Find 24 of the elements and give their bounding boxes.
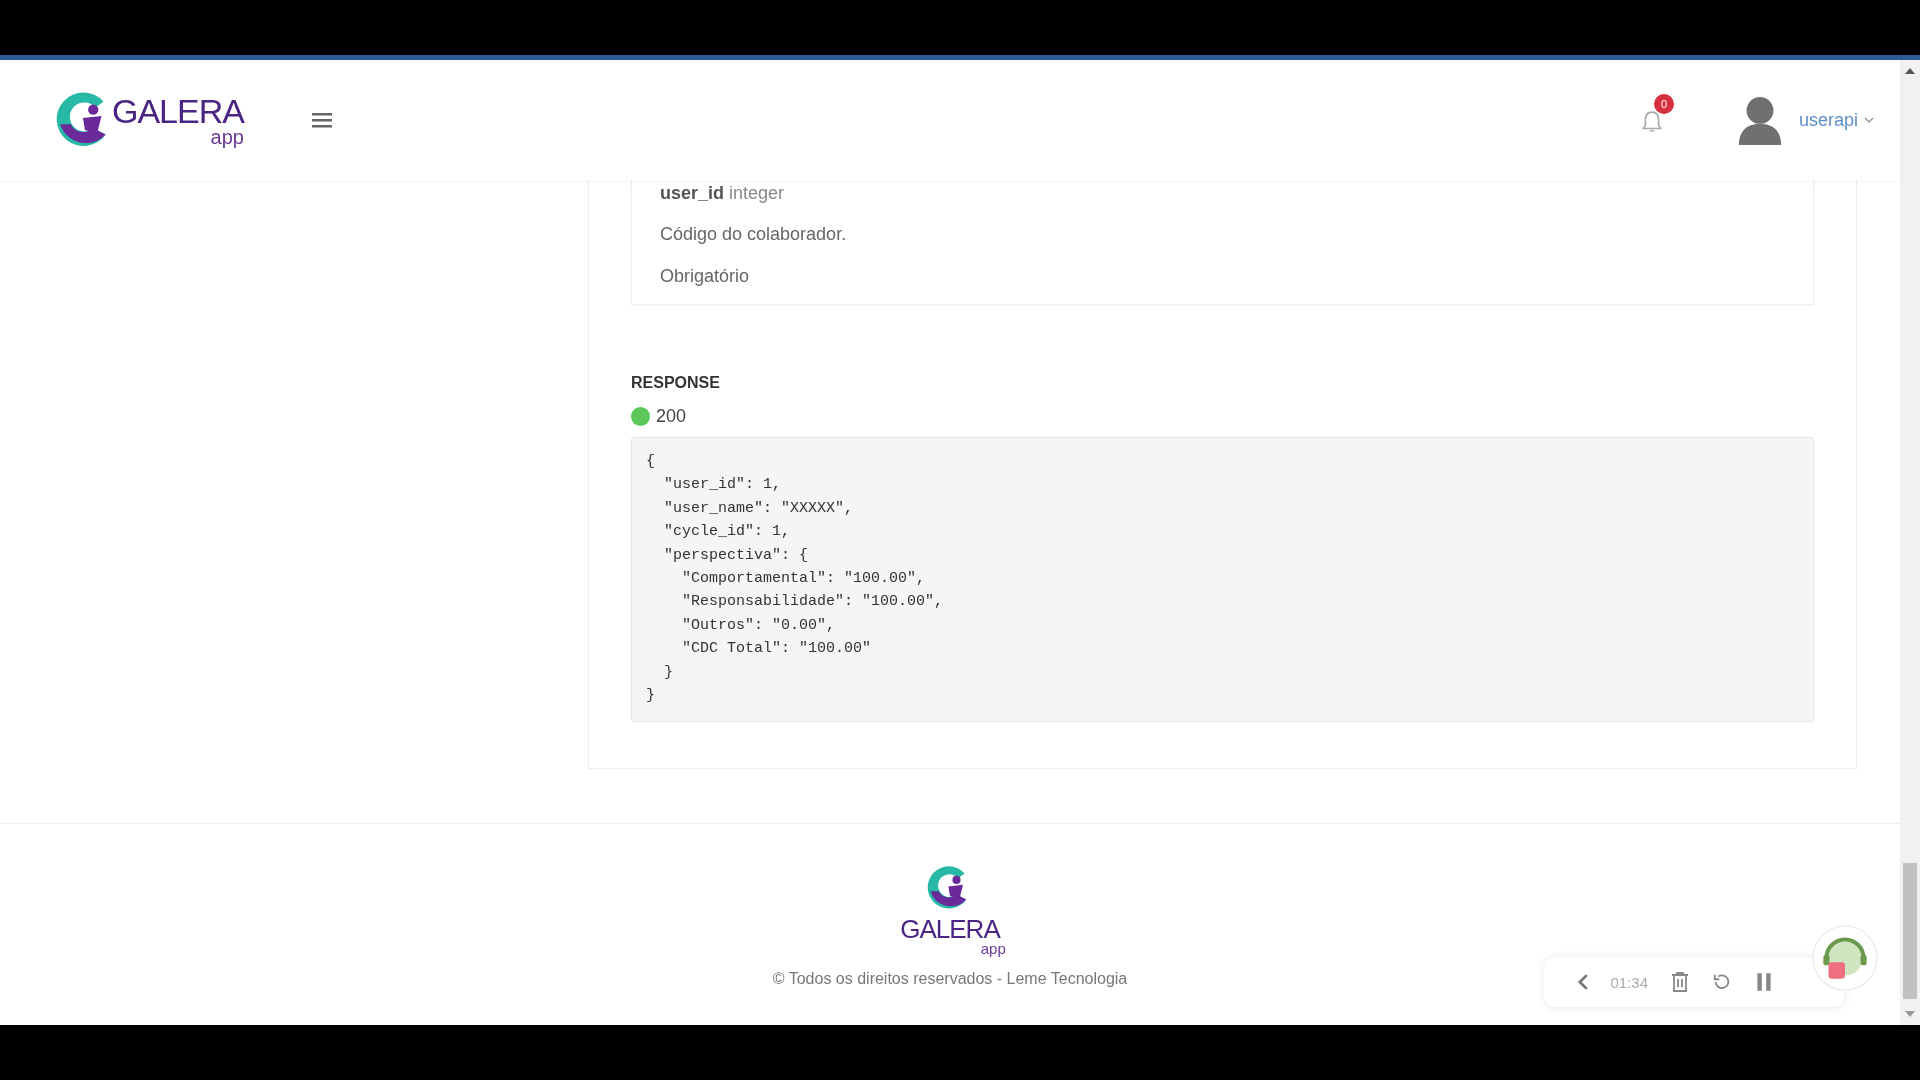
logo-suffix: app xyxy=(980,942,1006,957)
menu-icon[interactable] xyxy=(311,112,332,128)
caret-icon[interactable] xyxy=(1864,117,1874,123)
response-code: { "user_id": 1, "user_name": "XXXXX", "cycle_id": 1, "perspectiva": { "Comportamental": "100.00", "Responsabilidade": "100.00", "Outros": "0.00", "CDC Total": "100.00" } } xyxy=(631,437,1814,723)
logo-suffix: app xyxy=(210,128,244,146)
scroll-up-icon[interactable] xyxy=(1905,68,1915,74)
logo-text: GALERA xyxy=(900,916,1000,943)
user-menu[interactable]: userapi xyxy=(1798,109,1874,131)
scrollbar-thumb[interactable] xyxy=(1903,863,1917,999)
assistant-avatar-icon[interactable] xyxy=(1812,925,1878,991)
bell-icon[interactable] xyxy=(1640,110,1663,134)
pause-icon[interactable] xyxy=(1754,971,1774,993)
status-code: 200 xyxy=(656,406,687,427)
scroll-down-icon[interactable] xyxy=(1905,1011,1915,1017)
parameter-name: user_id integer xyxy=(660,182,786,204)
copyright-text: © Todos os direitos reservados - Leme Tecnologia xyxy=(772,970,1128,989)
notification-count: 0 xyxy=(1653,94,1674,114)
logo-text: GALERA xyxy=(112,94,244,128)
parameter-requirement: Obrigatório xyxy=(660,265,751,288)
response-heading: RESPONSE xyxy=(631,374,721,392)
parameter-description: Código do colaborador. xyxy=(660,223,848,246)
trash-icon[interactable] xyxy=(1670,971,1690,993)
avatar-icon[interactable] xyxy=(1736,94,1783,146)
recording-time: 01:34 xyxy=(1610,973,1648,991)
